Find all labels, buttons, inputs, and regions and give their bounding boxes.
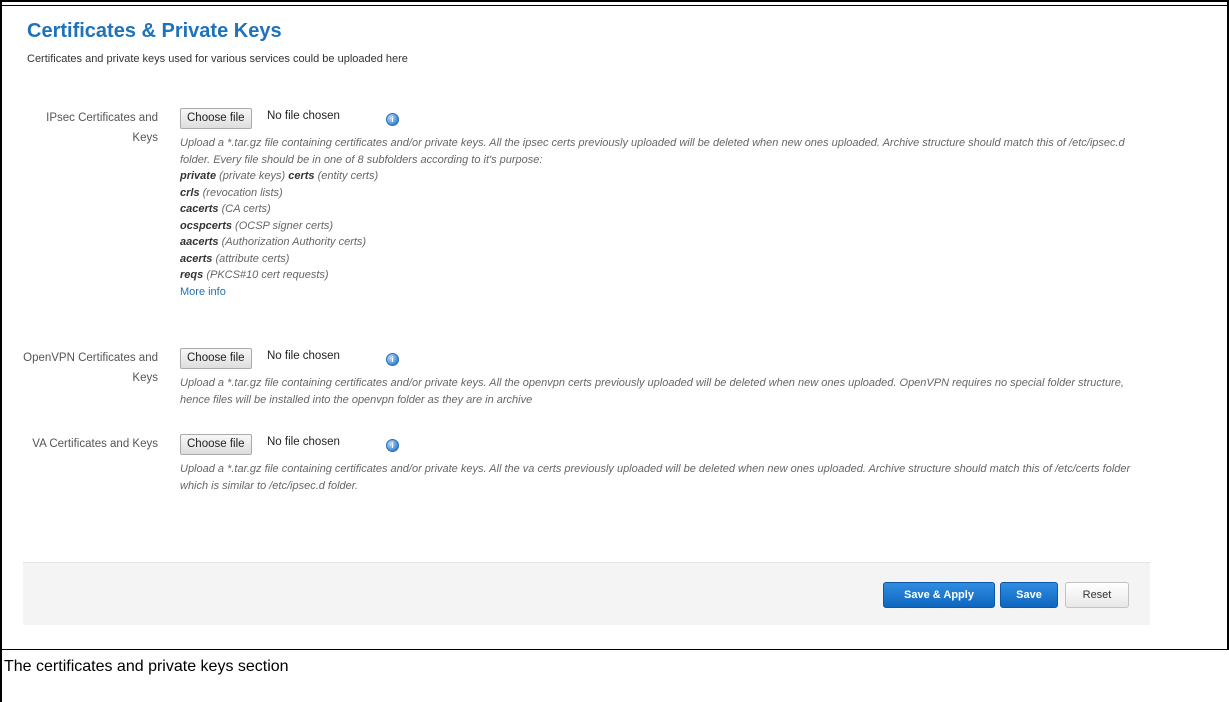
ipsec-label: IPsec Certificates and Keys — [46, 112, 158, 144]
figure-caption: The certificates and private keys sectio… — [4, 658, 289, 675]
va-description: Upload a *.tar.gz file containing certif… — [180, 463, 1131, 492]
reset-button[interactable]: Reset — [1065, 582, 1129, 608]
folder-name: ocspcerts — [180, 219, 232, 232]
folder-desc: (entity certs) — [317, 170, 379, 182]
folder-name: aacerts — [180, 236, 219, 248]
frame-border-inner — [0, 5, 1229, 6]
openvpn-file-status: No file chosen — [267, 350, 340, 362]
folder-desc: (attribute certs) — [215, 252, 290, 265]
list-item: ocspcerts (OCSP signer certs) — [180, 218, 378, 235]
folder-desc: (Authorization Authority certs) — [221, 236, 367, 248]
openvpn-label: OpenVPN Certificates and Keys — [23, 352, 158, 384]
help-icon[interactable]: i — [386, 113, 399, 126]
folder-name: crls — [180, 186, 200, 199]
folder-desc: (CA certs) — [221, 203, 271, 215]
ipsec-description: Upload a *.tar.gz file containing certif… — [180, 137, 1125, 166]
openvpn-description: Upload a *.tar.gz file containing certif… — [180, 377, 1124, 406]
folder-desc: (OCSP signer certs) — [235, 219, 334, 232]
folder-name: private — [180, 170, 217, 182]
help-icon[interactable]: i — [386, 353, 399, 366]
list-item: private (private keys) certs (entity cer… — [180, 168, 378, 185]
list-item: acerts (attribute certs) — [180, 251, 378, 268]
ipsec-choose-file-button[interactable]: Choose file — [180, 108, 252, 129]
ipsec-folder-list: private (private keys) certs (entity cer… — [180, 168, 378, 300]
va-label: VA Certificates and Keys — [32, 438, 158, 450]
list-item: aacerts (Authorization Authority certs) — [180, 234, 378, 251]
folder-desc: (PKCS#10 cert requests) — [206, 269, 329, 281]
frame-border-top — [0, 0, 1229, 2]
frame-border-divider — [0, 649, 1229, 650]
folder-name: certs — [288, 170, 315, 182]
save-apply-button[interactable]: Save & Apply — [883, 582, 995, 608]
list-item: cacerts (CA certs) — [180, 201, 378, 218]
frame-border-left — [0, 0, 2, 702]
ipsec-file-status: No file chosen — [267, 110, 340, 122]
help-icon[interactable]: i — [386, 439, 399, 452]
folder-desc: (private keys) — [219, 170, 286, 182]
save-button[interactable]: Save — [1000, 582, 1058, 608]
folder-desc: (revocation lists) — [202, 186, 283, 199]
folder-name: acerts — [180, 252, 213, 265]
action-bar: Save & Apply Save Reset — [23, 562, 1150, 625]
list-item: crls (revocation lists) — [180, 185, 378, 202]
va-file-status: No file chosen — [267, 436, 340, 448]
folder-name: cacerts — [180, 203, 219, 215]
more-info-link[interactable]: More info — [180, 284, 378, 301]
openvpn-choose-file-button[interactable]: Choose file — [180, 348, 252, 369]
page-title: Certificates & Private Keys — [27, 20, 282, 42]
folder-name: reqs — [180, 269, 204, 281]
list-item: reqs (PKCS#10 cert requests) — [180, 267, 378, 284]
va-choose-file-button[interactable]: Choose file — [180, 434, 252, 455]
page-subtitle: Certificates and private keys used for v… — [27, 53, 408, 65]
